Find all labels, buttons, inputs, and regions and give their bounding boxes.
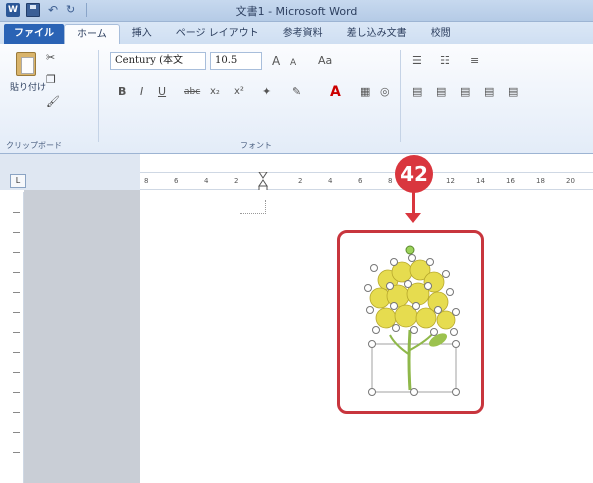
enclosed-char-icon[interactable]: ◎ <box>380 84 390 100</box>
ruler-tick: 12 <box>446 177 455 185</box>
change-case-button[interactable]: Aa <box>318 53 332 69</box>
bullets-icon[interactable]: ☰ <box>412 53 422 69</box>
paste-label: 貼り付け <box>10 83 47 93</box>
subscript-button[interactable]: x₂ <box>210 84 220 100</box>
text-effects-icon[interactable]: ✦ <box>262 84 271 100</box>
distributed-icon[interactable]: ▤ <box>508 84 518 100</box>
ruler-tick: 6 <box>174 177 179 185</box>
ruler-tick: 8 <box>388 177 393 185</box>
horizontal-ruler[interactable]: 8 6 4 2 2 4 6 8 10 12 14 16 18 20 <box>140 172 593 190</box>
copy-icon[interactable]: ❐ <box>46 74 60 86</box>
window-title: 文書1 - Microsoft Word <box>235 5 358 18</box>
ruler-tick: 14 <box>476 177 485 185</box>
tab-mailings[interactable]: 差し込み文書 <box>335 24 419 44</box>
group-divider <box>400 50 401 142</box>
align-right-icon[interactable]: ▤ <box>460 84 470 100</box>
numbering-icon[interactable]: ☷ <box>440 53 450 69</box>
ruler-tick: 16 <box>506 177 515 185</box>
ruler-tick: 8 <box>144 177 149 185</box>
tab-review[interactable]: 校閲 <box>419 24 463 44</box>
ruler-tick: 20 <box>566 177 575 185</box>
ruler-tick: 4 <box>328 177 333 185</box>
justify-icon[interactable]: ▤ <box>484 84 494 100</box>
group-divider <box>98 50 99 142</box>
ribbon-home: 貼り付け ✂ ❐ 🖌 クリップボード Century (本文 10.5 A A … <box>0 44 593 154</box>
strikethrough-button[interactable]: abc <box>184 84 200 100</box>
shrink-font-button[interactable]: A <box>290 55 296 71</box>
ruler-tick: 2 <box>234 177 239 185</box>
font-size-dropdown[interactable]: 10.5 <box>210 52 262 70</box>
paste-button[interactable]: 貼り付け <box>10 50 46 108</box>
bold-button[interactable]: B <box>118 84 126 100</box>
paste-icon <box>16 52 36 76</box>
vertical-ruler[interactable] <box>10 192 24 483</box>
align-center-icon[interactable]: ▤ <box>436 84 446 100</box>
title-bar: W ↶ ↻ 文書1 - Microsoft Word <box>0 0 593 22</box>
ruler-tick: 6 <box>358 177 363 185</box>
ruler-tick: 4 <box>204 177 209 185</box>
tab-references[interactable]: 参考資料 <box>271 24 335 44</box>
tab-selector[interactable]: L <box>10 174 26 188</box>
italic-button[interactable]: I <box>140 84 143 100</box>
font-name-dropdown[interactable]: Century (本文 <box>110 52 206 70</box>
multilevel-list-icon[interactable]: ≡ <box>470 53 479 69</box>
underline-button[interactable]: U <box>158 84 166 100</box>
char-shading-icon[interactable]: ▦ <box>360 84 370 100</box>
tab-file[interactable]: ファイル <box>4 24 64 44</box>
highlighter-icon[interactable]: ✎ <box>292 84 301 100</box>
page-margin-guide <box>240 200 266 214</box>
format-painter-icon[interactable]: 🖌 <box>46 96 60 108</box>
align-left-icon[interactable]: ▤ <box>412 84 422 100</box>
ribbon-tabs: ファイル ホーム 挿入 ページ レイアウト 参考資料 差し込み文書 校閲 <box>0 22 593 44</box>
document-workspace <box>24 190 140 483</box>
superscript-button[interactable]: x² <box>234 84 244 100</box>
font-color-button[interactable]: A <box>330 84 341 100</box>
font-group-label: フォント <box>240 141 272 150</box>
grow-font-button[interactable]: A <box>272 53 280 69</box>
tab-home[interactable]: ホーム <box>64 24 120 44</box>
cut-icon[interactable]: ✂ <box>46 52 60 64</box>
flower-clipart[interactable] <box>350 240 470 405</box>
ruler-tick: 18 <box>536 177 545 185</box>
tab-insert[interactable]: 挿入 <box>120 24 164 44</box>
clipboard-tools: ✂ ❐ 🖌 <box>46 52 60 108</box>
tab-page-layout[interactable]: ページ レイアウト <box>164 24 271 44</box>
step-arrowhead <box>405 213 421 223</box>
ruler-tick: 2 <box>298 177 303 185</box>
step-badge: 42 <box>395 155 433 193</box>
indent-marker[interactable] <box>258 172 268 192</box>
clipboard-group-label: クリップボード <box>6 141 62 150</box>
